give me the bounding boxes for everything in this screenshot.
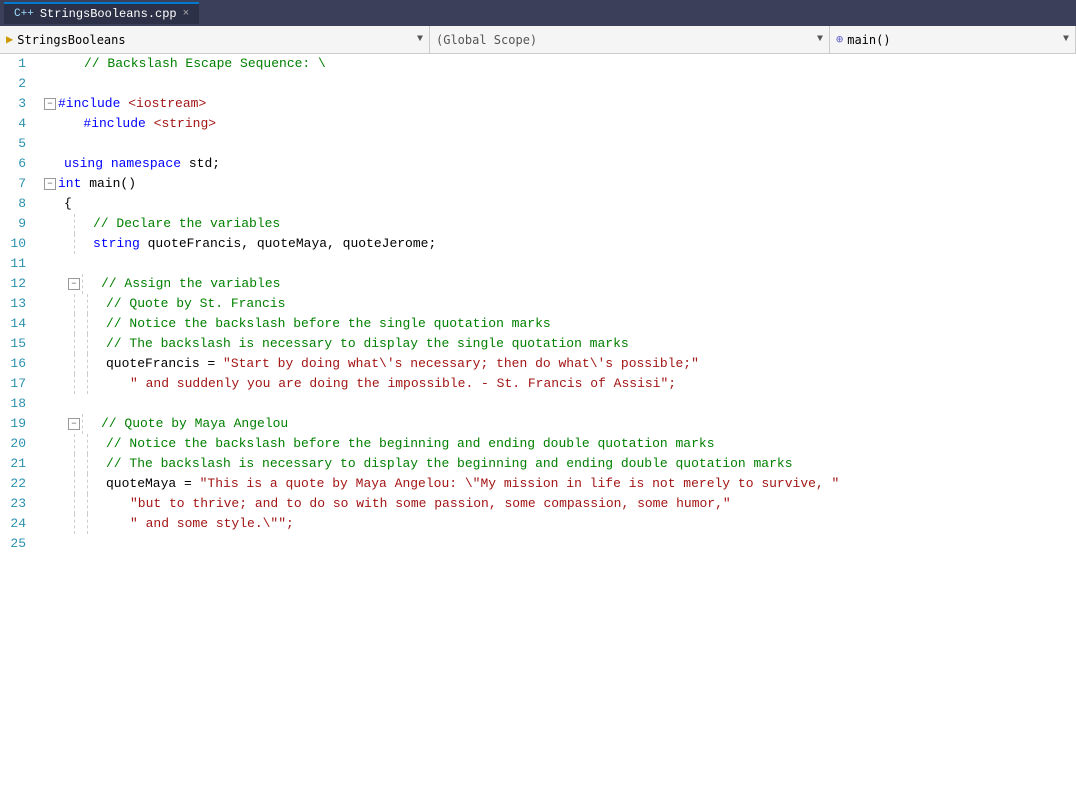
line-numbers: 1 2 3 4 5 6 7 8 9 10 11 12 13 14 15 16 1… bbox=[0, 54, 40, 806]
scope-selector[interactable]: (Global Scope) ▼ bbox=[430, 26, 830, 53]
tab-close-button[interactable]: × bbox=[183, 8, 190, 20]
collapse-3[interactable]: − bbox=[44, 98, 56, 110]
code-line-3: −#include <iostream> bbox=[44, 94, 1076, 114]
code-line-11 bbox=[44, 254, 1076, 274]
func-selector[interactable]: ⊕ main() ▼ bbox=[830, 26, 1076, 53]
code-line-16: quoteFrancis = "Start by doing what\'s n… bbox=[44, 354, 1076, 374]
code-editor[interactable]: 1 2 3 4 5 6 7 8 9 10 11 12 13 14 15 16 1… bbox=[0, 54, 1076, 806]
code-line-12: − // Assign the variables bbox=[44, 274, 1076, 294]
code-line-25 bbox=[44, 534, 1076, 554]
code-line-24: " and some style.\""; bbox=[44, 514, 1076, 534]
code-lines[interactable]: // Backslash Escape Sequence: \ −#includ… bbox=[40, 54, 1076, 806]
code-line-5 bbox=[44, 134, 1076, 154]
code-line-21: // The backslash is necessary to display… bbox=[44, 454, 1076, 474]
code-line-6: using namespace std; bbox=[44, 154, 1076, 174]
code-line-2 bbox=[44, 74, 1076, 94]
code-area[interactable]: 1 2 3 4 5 6 7 8 9 10 11 12 13 14 15 16 1… bbox=[0, 54, 1076, 806]
func-name: main() bbox=[847, 33, 890, 47]
code-line-13: // Quote by St. Francis bbox=[44, 294, 1076, 314]
code-line-7: −int main() bbox=[44, 174, 1076, 194]
code-line-23: "but to thrive; and to do so with some p… bbox=[44, 494, 1076, 514]
toolbar: ▶ StringsBooleans ▼ (Global Scope) ▼ ⊕ m… bbox=[0, 26, 1076, 54]
code-line-20: // Notice the backslash before the begin… bbox=[44, 434, 1076, 454]
code-line-10: string quoteFrancis, quoteMaya, quoteJer… bbox=[44, 234, 1076, 254]
func-icon: ⊕ bbox=[836, 32, 843, 47]
collapse-7[interactable]: − bbox=[44, 178, 56, 190]
file-tab[interactable]: C++ StringsBooleans.cpp × bbox=[4, 2, 199, 24]
code-line-4: #include <string> bbox=[44, 114, 1076, 134]
code-line-9: // Declare the variables bbox=[44, 214, 1076, 234]
project-icon: ▶ bbox=[6, 32, 13, 47]
code-line-8: { bbox=[44, 194, 1076, 214]
code-line-17: " and suddenly you are doing the impossi… bbox=[44, 374, 1076, 394]
file-icon: C++ bbox=[14, 8, 34, 20]
func-dropdown-arrow[interactable]: ▼ bbox=[1063, 34, 1069, 45]
project-name: StringsBooleans bbox=[17, 33, 125, 47]
tab-label: StringsBooleans.cpp bbox=[40, 7, 177, 21]
title-bar: C++ StringsBooleans.cpp × bbox=[0, 0, 1076, 26]
code-line-14: // Notice the backslash before the singl… bbox=[44, 314, 1076, 334]
code-line-19: − // Quote by Maya Angelou bbox=[44, 414, 1076, 434]
collapse-19[interactable]: − bbox=[68, 418, 80, 430]
code-line-18 bbox=[44, 394, 1076, 414]
scope-label: (Global Scope) bbox=[436, 33, 537, 47]
code-line-15: // The backslash is necessary to display… bbox=[44, 334, 1076, 354]
code-line-22: quoteMaya = "This is a quote by Maya Ang… bbox=[44, 474, 1076, 494]
scope-dropdown-arrow[interactable]: ▼ bbox=[817, 34, 823, 45]
project-selector[interactable]: ▶ StringsBooleans ▼ bbox=[0, 26, 430, 53]
collapse-12[interactable]: − bbox=[68, 278, 80, 290]
code-line-1: // Backslash Escape Sequence: \ bbox=[44, 54, 1076, 74]
project-dropdown-arrow[interactable]: ▼ bbox=[417, 34, 423, 45]
